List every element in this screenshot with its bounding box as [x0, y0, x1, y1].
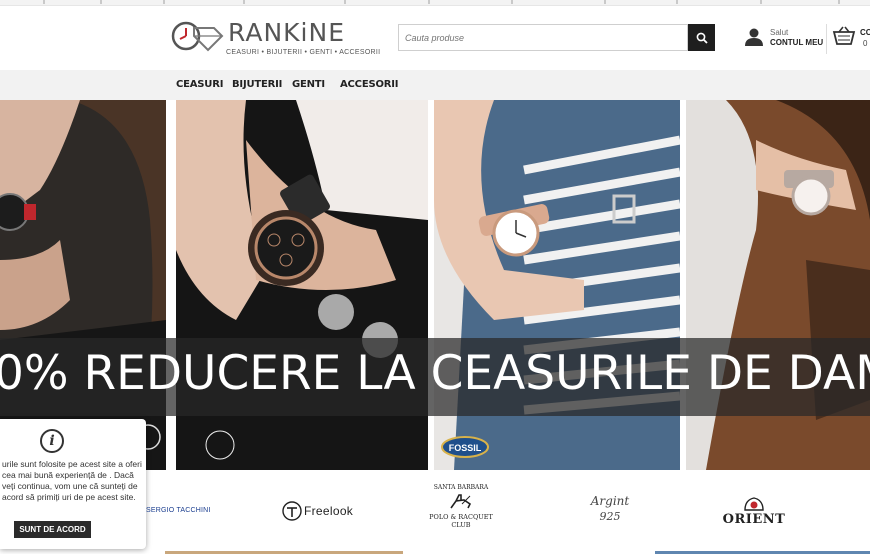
cart-icon	[832, 26, 856, 45]
cart-link[interactable]: CO 0	[832, 26, 870, 56]
account-greeting: Salut	[770, 28, 789, 37]
nav-item-ceasuri[interactable]: CEASURI	[176, 79, 223, 90]
fossil-logo: FOSSIL	[449, 443, 482, 453]
main-nav: CEASURI BIJUTERII GENTI ACCESORII	[0, 70, 870, 100]
account-link[interactable]: Salut CONTUL MEU	[744, 26, 824, 54]
brand-sergio-tacchini[interactable]: SERGIO TACCHINI	[146, 507, 211, 514]
brand-argint-925[interactable]: Argint 925	[588, 494, 632, 523]
cart-count: 0	[863, 39, 868, 48]
logo-wordmark: RANKiNE	[228, 18, 345, 47]
nav-item-accesorii[interactable]: ACCESORII	[340, 79, 398, 90]
freelook-wordmark: Freelook	[304, 504, 354, 518]
brand-santa-barbara[interactable]: SANTA BARBARA POLO & RACQUET CLUB	[426, 484, 496, 546]
user-icon	[745, 28, 763, 46]
nav-item-bijuterii[interactable]: BIJUTERII	[232, 79, 282, 90]
cart-label: CO	[860, 28, 870, 37]
search-field[interactable]	[398, 24, 688, 51]
promo-banner-text: 0% REDUCERE LA CEASURILE DE DAMA	[0, 346, 870, 401]
cookie-text: urile sunt folosite pe acest site a ofer…	[2, 459, 142, 502]
info-icon: i	[40, 429, 64, 453]
santa-barbara-title: SANTA BARBARA	[433, 484, 489, 491]
orient-crest-icon	[744, 497, 764, 511]
freelook-logo-icon	[282, 501, 302, 521]
search-button[interactable]	[688, 24, 715, 51]
site-logo[interactable]: RANKiNE CEASURI • BIJUTERII • GENTI • AC…	[170, 16, 380, 62]
header-divider	[826, 24, 827, 54]
polo-player-icon	[450, 494, 472, 509]
cookie-accept-button[interactable]: SUNT DE ACORD	[14, 521, 91, 538]
argint-925: 925	[599, 510, 621, 523]
hero-banner[interactable]: FOSSIL 0% REDUCERE LA CEASURILE DE DAMA	[0, 100, 870, 470]
nav-item-genti[interactable]: GENTI	[292, 79, 325, 90]
santa-barbara-sub: POLO & RACQUET	[429, 513, 493, 521]
brand-freelook[interactable]: Freelook	[282, 501, 362, 523]
search-icon	[696, 32, 708, 44]
cookie-notice: i urile sunt folosite pe acest site a of…	[0, 419, 146, 549]
santa-barbara-sub2: CLUB	[451, 521, 471, 529]
site-header: RANKiNE CEASURI • BIJUTERII • GENTI • AC…	[0, 6, 870, 70]
account-label: CONTUL MEU	[770, 38, 824, 47]
promo-banner[interactable]: 0% REDUCERE LA CEASURILE DE DAMA	[0, 338, 870, 416]
logo-watch-icon	[171, 21, 224, 52]
argint-word: Argint	[590, 494, 630, 508]
logo-tagline: CEASURI • BIJUTERII • GENTI • ACCESORII	[226, 49, 381, 56]
brand-strip: SERGIO TACCHINI Freelook SANTA BARBARA P…	[146, 476, 870, 544]
brand-orient[interactable]: ORIENT	[722, 496, 786, 527]
orient-wordmark: ORIENT	[722, 512, 786, 527]
search-input[interactable]	[399, 25, 687, 50]
